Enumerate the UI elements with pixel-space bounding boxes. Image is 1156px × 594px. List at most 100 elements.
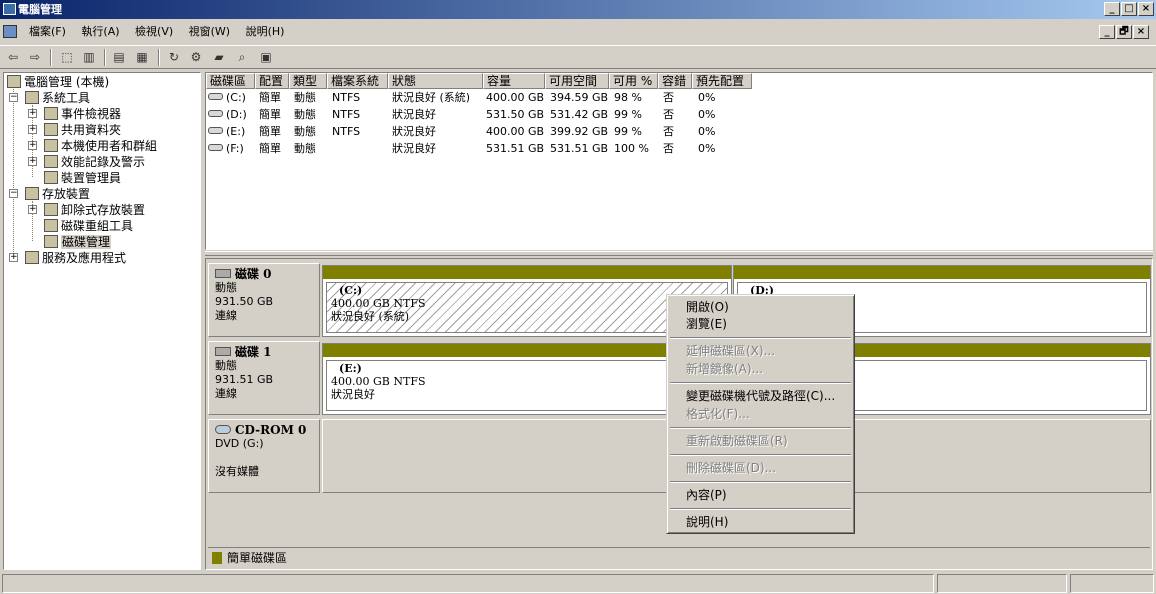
- column-header[interactable]: 磁碟區: [206, 73, 255, 89]
- fault-tolerance-cell: 否: [663, 142, 674, 155]
- capacity-cell: 400.00 GB: [486, 125, 545, 138]
- tree-item-event-viewer[interactable]: + 事件檢視器: [28, 106, 121, 122]
- forward-arrow-icon[interactable]: ⇨: [26, 49, 44, 66]
- minimize-button[interactable]: _: [1104, 2, 1120, 16]
- toolbar-separator: [50, 49, 52, 66]
- disk-0-label[interactable]: 磁碟 0 動態 931.50 GB 連線: [208, 263, 320, 337]
- refresh-icon[interactable]: ↻: [165, 49, 183, 66]
- cdrom-0-label[interactable]: CD-ROM 0 DVD (G:) 沒有媒體: [208, 419, 320, 493]
- show-tree-icon[interactable]: ▥: [80, 49, 98, 66]
- tree-item-performance-logs[interactable]: + 效能記錄及警示: [28, 154, 145, 170]
- back-arrow-icon[interactable]: ⇦: [4, 49, 22, 66]
- mdi-minimize-button[interactable]: _: [1099, 25, 1115, 39]
- volume-row[interactable]: (E:) 簡單 動態 NTFS 狀況良好 400.00 GB 399.92 GB…: [206, 124, 1146, 140]
- tree-item-device-manager[interactable]: 裝置管理員: [44, 170, 121, 186]
- mdi-close-button[interactable]: ×: [1133, 25, 1149, 39]
- simple-volume-bar: [734, 266, 1150, 279]
- collapse-icon[interactable]: −: [9, 189, 18, 198]
- storage-icon: [25, 187, 39, 200]
- menu-bar: 檔案(F) 執行(A) 檢視(V) 視窗(W) 說明(H) _ 🗗 ×: [0, 21, 1156, 43]
- mdi-child-icon[interactable]: [3, 25, 17, 38]
- column-header[interactable]: 檔案系統: [327, 73, 388, 89]
- maximize-button[interactable]: □: [1121, 2, 1137, 16]
- menu-file[interactable]: 檔案(F): [24, 21, 71, 43]
- disk-status: 連線: [215, 387, 237, 400]
- up-folder-icon[interactable]: ⬚: [58, 49, 76, 66]
- tree-item-label: 效能記錄及警示: [61, 155, 146, 169]
- event-viewer-icon: [44, 107, 58, 120]
- tree-item-storage[interactable]: − 存放裝置: [9, 186, 90, 202]
- status-cell: 狀況良好: [392, 125, 436, 138]
- column-header[interactable]: 容錯: [658, 73, 692, 89]
- toolbar-separator: [158, 49, 160, 66]
- expand-icon[interactable]: +: [28, 205, 37, 214]
- column-header[interactable]: 狀態: [388, 73, 483, 89]
- simple-volume-bar: [323, 266, 731, 279]
- menu-window[interactable]: 視窗(W): [184, 21, 235, 43]
- volume-name: (F:): [226, 142, 244, 155]
- collapse-icon[interactable]: −: [9, 93, 18, 102]
- help-icon[interactable]: ▦: [133, 49, 151, 66]
- volume-row[interactable]: (F:) 簡單 動態 狀況良好 531.51 GB 531.51 GB 100 …: [206, 141, 1146, 157]
- menu-item-help[interactable]: 說明(H): [670, 514, 851, 531]
- column-header[interactable]: 可用 %: [609, 73, 658, 89]
- menu-action[interactable]: 執行(A): [76, 21, 124, 43]
- disk-type: 動態: [215, 281, 237, 294]
- expand-icon[interactable]: +: [28, 157, 37, 166]
- tree-item-computer-management[interactable]: 電腦管理 (本機): [7, 74, 109, 90]
- volume-row[interactable]: (D:) 簡單 動態 NTFS 狀況良好 531.50 GB 531.42 GB…: [206, 107, 1146, 123]
- properties-icon[interactable]: ▤: [110, 49, 128, 66]
- tree-item-disk-defragmenter[interactable]: 磁碟重組工具: [44, 218, 133, 234]
- disk-1-label[interactable]: 磁碟 1 動態 931.51 GB 連線: [208, 341, 320, 415]
- expand-icon[interactable]: +: [9, 253, 18, 262]
- services-icon: [25, 251, 39, 264]
- menu-view[interactable]: 檢視(V): [130, 21, 178, 43]
- status-panel: [937, 574, 1067, 593]
- column-header[interactable]: 預先配置: [692, 73, 752, 89]
- volume-name: (E:): [226, 125, 246, 138]
- tree-item-shared-folders[interactable]: + 共用資料夾: [28, 122, 121, 138]
- free-percent-cell: 100 %: [614, 142, 649, 155]
- tree-item-disk-management[interactable]: 磁碟管理: [44, 234, 112, 250]
- tree-item-system-tools[interactable]: − 系統工具: [9, 90, 90, 106]
- menu-separator: [670, 382, 851, 384]
- legend: 簡單磁碟區: [208, 547, 1150, 567]
- console-tree: 電腦管理 (本機) − 系統工具 + 事件檢視器 + 共用資料夾 + 本機使用者和群組 …: [3, 72, 201, 570]
- performance-icon: [44, 155, 58, 168]
- menu-item-properties[interactable]: 內容(P): [670, 487, 851, 504]
- menu-help[interactable]: 說明(H): [241, 21, 290, 43]
- toolbar-extra-icon[interactable]: ▣: [257, 49, 275, 66]
- close-button[interactable]: ×: [1138, 2, 1154, 16]
- tree-item-services-apps[interactable]: + 服務及應用程式: [9, 250, 126, 266]
- volume-row[interactable]: (C:) 簡單 動態 NTFS 狀況良好 (系統) 400.00 GB 394.…: [206, 90, 1146, 106]
- column-header[interactable]: 可用空間: [545, 73, 609, 89]
- pane-splitter[interactable]: [205, 251, 1153, 256]
- capacity-cell: 531.50 GB: [486, 108, 545, 121]
- shared-folder-icon: [44, 123, 58, 136]
- layout-cell: 簡單: [259, 108, 281, 121]
- disk-status: 沒有媒體: [215, 465, 259, 478]
- volume-name: (D:): [226, 108, 247, 121]
- tree-item-removable-storage[interactable]: + 卸除式存放裝置: [28, 202, 145, 218]
- menu-item-explore[interactable]: 瀏覽(E): [670, 316, 851, 333]
- volume-name: (C:): [226, 91, 246, 104]
- disk-size: 931.51 GB: [215, 373, 274, 386]
- mdi-restore-button[interactable]: 🗗: [1116, 25, 1132, 39]
- tree-item-local-users[interactable]: + 本機使用者和群組: [28, 138, 157, 154]
- disk-name: CD-ROM 0: [235, 423, 307, 437]
- open-icon[interactable]: ▰: [210, 49, 228, 66]
- expand-icon[interactable]: +: [28, 125, 37, 134]
- expand-icon[interactable]: +: [28, 141, 37, 150]
- column-header[interactable]: 類型: [289, 73, 327, 89]
- fault-tolerance-cell: 否: [663, 91, 674, 104]
- tree-item-label: 存放裝置: [42, 187, 91, 201]
- disk-icon: [208, 110, 223, 117]
- settings-icon[interactable]: ⚙: [187, 49, 205, 66]
- column-header[interactable]: 配置: [255, 73, 289, 89]
- search-icon[interactable]: ⌕: [233, 49, 251, 66]
- disk-management-icon: [44, 235, 58, 248]
- menu-item-change-drive-letter[interactable]: 變更磁碟機代號及路徑(C)...: [670, 388, 851, 405]
- menu-item-open[interactable]: 開啟(O): [670, 299, 851, 316]
- expand-icon[interactable]: +: [28, 109, 37, 118]
- column-header[interactable]: 容量: [483, 73, 545, 89]
